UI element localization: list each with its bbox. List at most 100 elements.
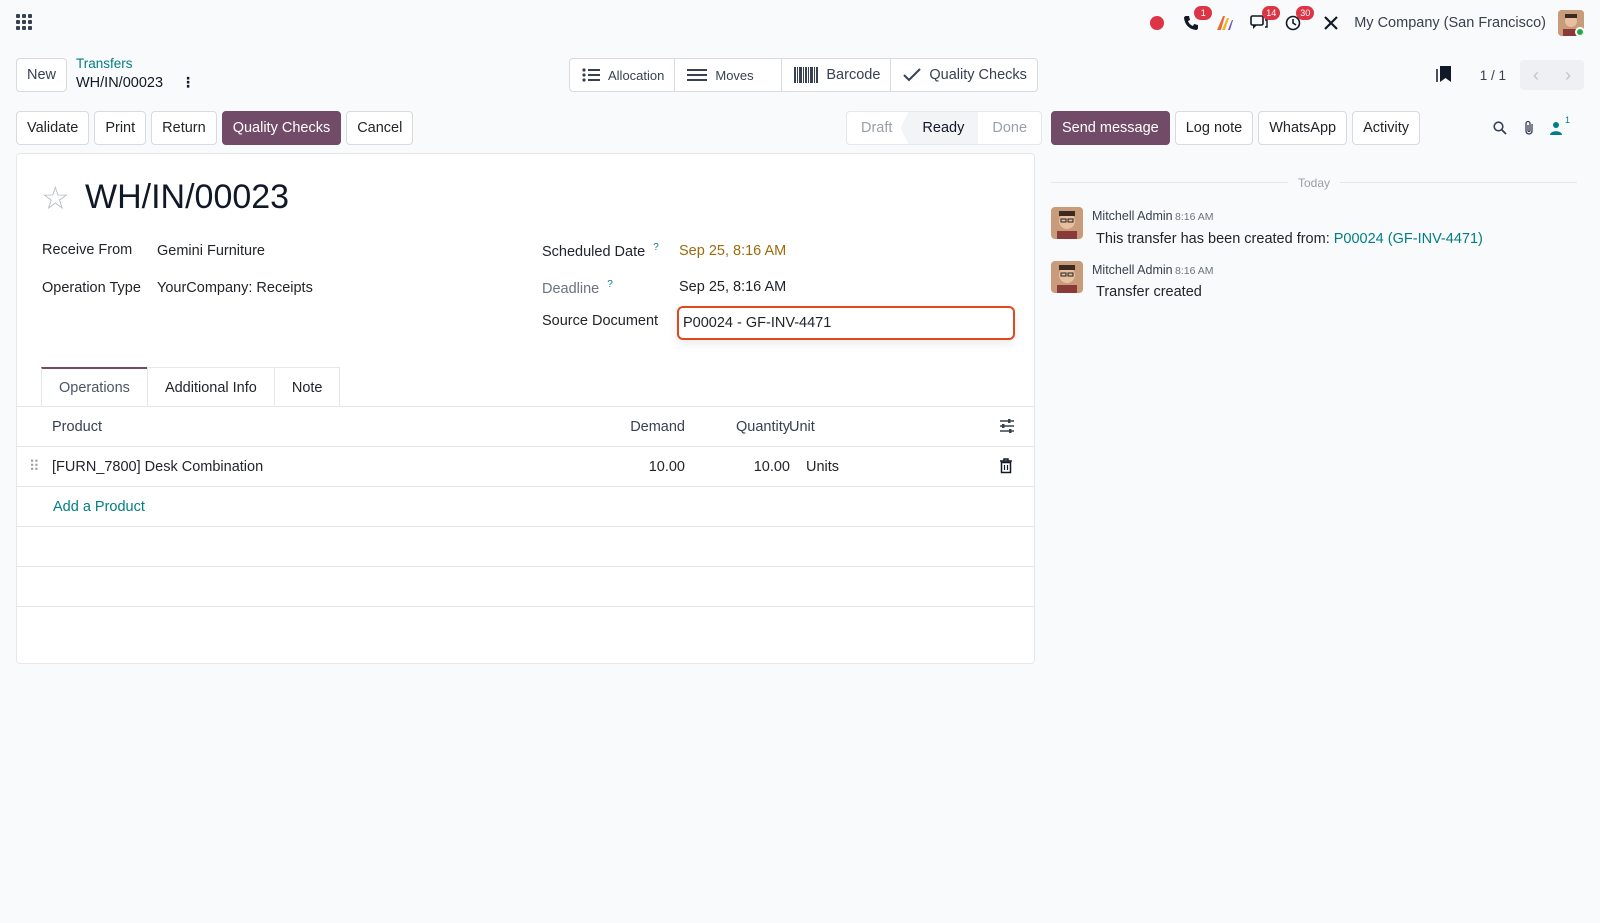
message-text: Transfer created <box>1096 284 1202 300</box>
quality-checks-smart-label: Quality Checks <box>929 67 1027 83</box>
followers-icon[interactable]: 1 <box>1549 115 1570 138</box>
phone-badge: 1 <box>1194 6 1213 20</box>
barcode-label: Barcode <box>826 67 881 83</box>
activity-button[interactable]: Activity <box>1352 111 1421 145</box>
col-demand[interactable]: Demand <box>630 419 685 435</box>
barcode-button[interactable]: Barcode <box>782 59 892 91</box>
moves-button[interactable]: Moves <box>675 59 783 91</box>
receive-from-label: Receive From <box>42 242 133 258</box>
search-icon[interactable] <box>1493 121 1507 138</box>
author-avatar[interactable] <box>1051 207 1083 239</box>
pager-value[interactable]: 1 / 1 <box>1480 68 1506 83</box>
print-button[interactable]: Print <box>94 111 147 145</box>
col-product[interactable]: Product <box>52 419 102 435</box>
record-icon[interactable] <box>1146 12 1168 34</box>
tab-additional-info[interactable]: Additional Info <box>146 367 275 407</box>
bars-icon <box>687 67 708 83</box>
chatter-topbar: Send message Log note WhatsApp Activity <box>1051 111 1421 145</box>
company-switcher[interactable]: My Company (San Francisco) <box>1354 15 1546 31</box>
message-time: 8:16 AM <box>1175 265 1214 277</box>
top-navbar: 1 14 30 My Company (San Francisco) <box>0 0 1600 46</box>
tools-icon[interactable] <box>1320 12 1342 34</box>
moves-label: Moves <box>715 67 754 83</box>
online-status-icon <box>1575 27 1584 36</box>
scheduled-date-help-icon[interactable]: ? <box>653 242 659 253</box>
pager-area: 1 / 1 ‹ › <box>1435 58 1600 92</box>
message-text: This transfer has been created from: <box>1096 231 1334 247</box>
message-author[interactable]: Mitchell Admin <box>1092 209 1173 223</box>
check-icon <box>903 67 922 83</box>
record-title: WH/IN/00023 <box>85 178 290 216</box>
send-message-button[interactable]: Send message <box>1051 111 1170 145</box>
author-avatar[interactable] <box>1051 261 1083 293</box>
add-product-link[interactable]: Add a Product <box>53 499 145 515</box>
optional-columns-icon[interactable] <box>999 418 1015 438</box>
breadcrumb-transfers-link[interactable]: Transfers <box>76 56 195 71</box>
receive-from-field[interactable]: Gemini Furniture <box>157 243 265 259</box>
row-demand[interactable]: 10.00 <box>649 459 685 475</box>
return-button[interactable]: Return <box>151 111 217 145</box>
empty-row <box>17 567 1034 607</box>
log-note-button[interactable]: Log note <box>1174 111 1254 145</box>
barcode-icon <box>794 67 819 83</box>
table-row[interactable]: ⠿ [FURN_7800] Desk Combination 10.00 10.… <box>17 447 1034 487</box>
scheduled-date-label-text: Scheduled Date <box>542 243 646 260</box>
deadline-field[interactable]: Sep 25, 8:16 AM <box>679 279 786 295</box>
drag-handle-icon[interactable]: ⠿ <box>29 459 40 475</box>
message-body: This transfer has been created from: P00… <box>1096 231 1483 247</box>
source-record-link[interactable]: P00024 (GF-INV-4471) <box>1334 231 1483 247</box>
row-product[interactable]: [FURN_7800] Desk Combination <box>52 459 263 475</box>
cancel-button[interactable]: Cancel <box>346 111 414 145</box>
source-document-input[interactable] <box>677 306 1015 340</box>
app-menu-icon[interactable] <box>16 14 32 30</box>
user-avatar[interactable] <box>1558 10 1584 36</box>
status-ready[interactable]: Ready <box>900 112 979 144</box>
phone-icon[interactable]: 1 <box>1180 6 1213 34</box>
trash-icon[interactable] <box>999 458 1013 478</box>
allocation-button[interactable]: Allocation <box>570 59 676 91</box>
bookmark-icon[interactable] <box>1435 65 1452 86</box>
pager-previous-icon[interactable]: ‹ <box>1520 60 1552 90</box>
notebook-tabs: Operations Additional Info Note <box>41 367 341 407</box>
message-time: 8:16 AM <box>1175 211 1214 223</box>
tab-operations[interactable]: Operations <box>41 367 148 407</box>
status-draft[interactable]: Draft <box>847 112 906 144</box>
empty-row <box>17 527 1034 567</box>
validate-button[interactable]: Validate <box>16 111 90 145</box>
systray: 1 14 30 My Company (San Francisco) <box>1146 6 1600 38</box>
add-product-row: Add a Product <box>17 487 1034 527</box>
discuss-icon[interactable]: 14 <box>1248 6 1281 34</box>
operations-table: Product Demand Quantity Unit ⠿ [FURN_780… <box>17 407 1034 607</box>
deadline-help-icon[interactable]: ? <box>607 279 613 290</box>
paperclip-icon[interactable] <box>1523 120 1535 139</box>
smart-buttons: Allocation Moves Barcode Quality Checks <box>569 58 1038 92</box>
col-unit[interactable]: Unit <box>789 419 815 435</box>
form-sheet: ☆ WH/IN/00023 Receive From Gemini Furnit… <box>16 153 1035 664</box>
row-unit[interactable]: Units <box>806 459 839 475</box>
col-quantity[interactable]: Quantity <box>736 419 790 435</box>
status-done[interactable]: Done <box>978 112 1041 144</box>
star-icon[interactable]: ☆ <box>41 182 70 214</box>
list-icon <box>582 67 600 83</box>
clock-icon[interactable]: 30 <box>1282 6 1315 34</box>
new-button[interactable]: New <box>16 58 68 92</box>
ai-icon[interactable] <box>1214 12 1236 34</box>
operation-type-field[interactable]: YourCompany: Receipts <box>157 280 313 296</box>
scheduled-date-field[interactable]: Sep 25, 8:16 AM <box>679 243 786 259</box>
activities-badge: 30 <box>1296 6 1315 20</box>
followers-count: 1 <box>1565 115 1571 125</box>
source-document-label: Source Document <box>542 313 659 329</box>
row-quantity[interactable]: 10.00 <box>754 459 790 475</box>
deadline-label-text: Deadline <box>542 280 600 297</box>
messages-badge: 14 <box>1262 6 1281 20</box>
quality-checks-smart-button[interactable]: Quality Checks <box>891 59 1037 91</box>
deadline-label: Deadline? <box>542 279 613 297</box>
pager-next-icon[interactable]: › <box>1552 60 1584 90</box>
quality-checks-button[interactable]: Quality Checks <box>221 111 342 145</box>
tab-note[interactable]: Note <box>273 367 341 407</box>
whatsapp-button[interactable]: WhatsApp <box>1258 111 1348 145</box>
operation-type-label: Operation Type <box>42 280 141 296</box>
action-buttons: Validate Print Return Quality Checks Can… <box>16 111 414 145</box>
kebab-menu-icon[interactable]: ⋮ <box>181 74 195 91</box>
message-author[interactable]: Mitchell Admin <box>1092 263 1173 277</box>
